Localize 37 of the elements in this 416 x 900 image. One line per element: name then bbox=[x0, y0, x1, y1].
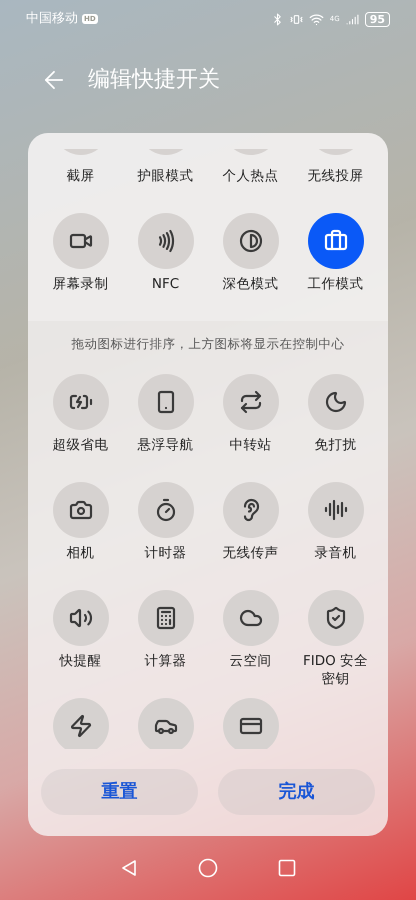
home-nav-icon[interactable] bbox=[198, 858, 218, 878]
wifi-icon bbox=[308, 12, 324, 26]
toggle-label: 免打扰 bbox=[314, 436, 358, 454]
toggle-label: 无线投屏 bbox=[308, 167, 364, 185]
toggle-label: 计时器 bbox=[144, 544, 188, 562]
toggle-label: 超级省电 bbox=[52, 436, 110, 454]
action-button[interactable]: 完成 bbox=[218, 768, 375, 815]
recents-nav-icon[interactable] bbox=[278, 859, 296, 877]
toggle-label: 计算器 bbox=[144, 652, 188, 670]
briefcase-icon bbox=[324, 229, 348, 253]
vibrate-icon bbox=[290, 12, 303, 26]
back-nav-icon[interactable] bbox=[120, 859, 138, 877]
carrier-name: 中国移动 bbox=[26, 10, 78, 28]
toggle-label: 快提醒 bbox=[58, 652, 102, 670]
toggle-label: 个人热点 bbox=[222, 167, 278, 185]
toggle-label: 护眼模式 bbox=[138, 167, 194, 185]
action-button[interactable]: 重置 bbox=[41, 768, 198, 815]
battery-level: 95 bbox=[364, 12, 390, 26]
toggle-label: FIDO 安全密钥 bbox=[302, 652, 370, 688]
toggle-label: 悬浮导航 bbox=[136, 436, 194, 454]
toggle-label: 截屏 bbox=[66, 167, 94, 185]
toggle-label: 相机 bbox=[66, 544, 96, 562]
toggle-label: 无线传声 bbox=[222, 544, 280, 562]
toggle-label: 中转站 bbox=[228, 436, 272, 454]
toggle-label: 屏幕录制 bbox=[52, 275, 110, 293]
hint-text: 拖动图标进行排序，上方图标将显示在控制中心 bbox=[72, 335, 344, 353]
contrast-icon bbox=[238, 229, 262, 253]
toggle-label: 云空间 bbox=[228, 652, 272, 670]
toggle-label: 工作模式 bbox=[306, 275, 364, 293]
page-title: 编辑快捷开关 bbox=[88, 66, 220, 94]
repeat-icon bbox=[238, 390, 262, 414]
moon-icon bbox=[324, 390, 348, 414]
toggle-label: 深色模式 bbox=[222, 275, 280, 293]
audio-wave-icon bbox=[324, 498, 348, 522]
toggle-label: 录音机 bbox=[314, 544, 358, 562]
toggle-label: NFC bbox=[150, 275, 180, 293]
wireless-bolt-icon bbox=[68, 714, 92, 738]
